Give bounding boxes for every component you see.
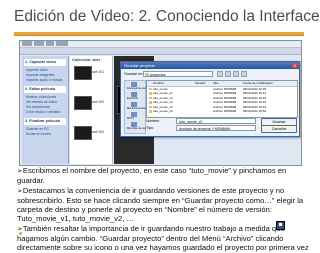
place-label: Mi PC	[127, 117, 135, 120]
task-item[interactable]: Guardar en PC	[26, 127, 49, 131]
places-bar: Documentos recientes Escritorio Mis docu…	[124, 80, 153, 134]
new-folder-icon[interactable]	[233, 71, 239, 77]
slide-marker-dot	[19, 232, 22, 235]
bullet-text: También resaltar la importancia de ir gu…	[17, 223, 309, 253]
bullet-item: ➢También resaltar la importancia de ir g…	[17, 224, 313, 253]
views-icon[interactable]	[241, 71, 247, 77]
column-date[interactable]: Fecha de modificación	[243, 81, 273, 86]
bullet-text: Destacamos la conveniencia de ir guardan…	[17, 185, 304, 224]
dialog-title: Guardar proyecto	[121, 62, 299, 69]
location-select[interactable]: proyectos	[143, 71, 213, 77]
dialog-toolbar	[217, 71, 257, 77]
file-icon	[149, 96, 152, 99]
place-computer[interactable]: Mi PC	[127, 112, 141, 120]
file-icon	[149, 87, 152, 90]
slide-title: Edición de Video: 2. Conociendo la Inter…	[14, 8, 320, 25]
task-item[interactable]: Importar audio o música	[26, 78, 62, 82]
file-list: Nombre Tamaño Tipo Fecha de modificación…	[146, 80, 298, 118]
file-icon	[149, 92, 152, 95]
place-label: Mis documentos	[127, 107, 146, 110]
file-icon	[149, 110, 152, 113]
collection-pane: Colección: avel avel 001 avel 002 avel 0…	[70, 56, 113, 164]
column-type[interactable]: Tipo	[213, 81, 219, 86]
task-item[interactable]: Importar video	[26, 68, 48, 72]
filetype-label: Tipo:	[146, 126, 154, 130]
location-value: proyectos	[150, 73, 166, 77]
thumbnail-label: avel 002	[92, 100, 105, 104]
file-icon	[149, 105, 152, 108]
task-step-edit[interactable]: 2. Editar película	[24, 86, 66, 93]
cancel-button[interactable]: Cancelar	[261, 125, 297, 133]
place-documents[interactable]: Mis documentos	[127, 102, 146, 110]
thumbnail-label: avel 003	[92, 130, 105, 134]
video-thumbnail[interactable]	[74, 66, 92, 80]
save-project-dialog: Guardar proyecto X Guardar en: proyectos…	[120, 61, 300, 137]
place-recent[interactable]: Documentos recientes	[127, 82, 153, 90]
task-item[interactable]: Importar imágenes	[26, 73, 54, 77]
task-item[interactable]: Mostrar colecciones	[26, 95, 56, 99]
close-icon[interactable]: X	[292, 63, 298, 68]
title-divider	[14, 32, 304, 36]
file-icon	[149, 101, 152, 104]
folder-icon	[145, 73, 149, 76]
task-step-capture[interactable]: 1. Capturar video	[24, 59, 66, 66]
save-floppy-icon	[276, 221, 285, 230]
place-label: Escritorio	[127, 97, 138, 100]
place-network[interactable]: Mis sitios de red	[127, 122, 146, 130]
file-row[interactable]: tuto_movie_v5 Archivo MSWMM 09/11/2012 16:…	[147, 109, 297, 114]
task-item[interactable]: Enviar en correo	[26, 132, 51, 136]
location-label: Guardar en:	[124, 72, 144, 76]
up-folder-icon[interactable]	[225, 71, 231, 77]
filename-input[interactable]: tuto_movie_v2	[176, 118, 256, 124]
movie-maker-screenshot: 1. Capturar video Importar video Importa…	[19, 40, 302, 166]
file-type: Archivo MSWMM	[213, 109, 237, 113]
place-desktop[interactable]: Escritorio	[127, 92, 141, 100]
movie-tasks-pane: 1. Capturar video Importar video Importa…	[22, 56, 69, 164]
back-icon[interactable]	[217, 71, 223, 77]
bullet-item: ➢Destacamos la conveniencia de ir guarda…	[17, 186, 313, 224]
task-step-finish[interactable]: 3. Finalizar película	[24, 118, 66, 125]
task-item[interactable]: Ver efectos de video	[26, 100, 57, 104]
task-item[interactable]: Ver transiciones	[26, 105, 50, 109]
video-thumbnail[interactable]	[74, 126, 92, 140]
column-name[interactable]: Nombre	[153, 81, 164, 86]
bullet-text: Escribimos el nombre del proyecto, en es…	[17, 166, 287, 186]
filetype-select[interactable]: Archivos de proyecto (*.MSWMM)	[176, 125, 256, 131]
thumbnail-label: avel 001	[92, 70, 105, 74]
place-label: Mis sitios de red	[127, 127, 146, 130]
task-item[interactable]: Crear títulos o créditos	[26, 110, 60, 114]
video-thumbnail[interactable]	[74, 96, 92, 110]
bullet-item: ➢Escribimos el nombre del proyecto, en e…	[17, 166, 313, 186]
collection-header: Colección: avel	[72, 58, 100, 62]
filename-label: Nombre:	[146, 119, 160, 123]
column-size[interactable]: Tamaño	[195, 81, 206, 86]
menu-bar	[20, 41, 301, 48]
file-name: tuto_movie_v5	[153, 109, 173, 113]
toolbar	[20, 48, 301, 55]
file-date: 09/11/2012 16:52	[243, 109, 267, 113]
